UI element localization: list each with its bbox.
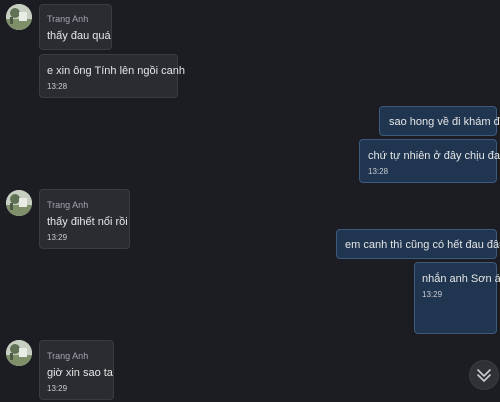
message-time: 13:29 (422, 290, 443, 299)
message-bubble[interactable]: e xin ông Tính lên ngồi canh 13:28 (39, 54, 186, 98)
avatar-photo-icon (6, 4, 32, 30)
message-text: thấy đihết nổi rồi (47, 216, 128, 228)
double-chevron-down-icon (477, 369, 491, 382)
avatar[interactable] (6, 4, 32, 30)
message-time: 13:29 (47, 233, 68, 242)
message-bubble[interactable]: chứ tự nhiên ở đây chịu đau 13:28 (359, 139, 500, 183)
message-bubble[interactable]: Trang Anh thấy đihết nổi rồi 13:29 (39, 189, 130, 249)
message-text: thấy đau quá (47, 30, 111, 42)
sender-name: Trang Anh (47, 200, 89, 210)
scroll-to-bottom-button[interactable] (469, 360, 499, 390)
avatar-photo-icon (6, 340, 32, 366)
avatar-photo-icon (6, 190, 32, 216)
message-bubble[interactable]: nhắn anh Sơn á 13:29 (414, 262, 500, 334)
avatar[interactable] (6, 190, 32, 216)
message-text: nhắn anh Sơn á (422, 273, 500, 285)
message-bubble[interactable]: sao hong về đi khám đi (379, 106, 500, 136)
message-text: sao hong về đi khám đi (389, 116, 500, 128)
message-text: em canh thì cũng có hết đau đâu (345, 239, 500, 251)
message-bubble[interactable]: Trang Anh giờ xin sao ta 13:29 (39, 340, 114, 400)
message-bubble[interactable]: Trang Anh thấy đau quá (39, 4, 112, 50)
message-bubble[interactable]: em canh thì cũng có hết đau đâu (336, 229, 500, 259)
message-text: chứ tự nhiên ở đây chịu đau (368, 150, 500, 162)
sender-name: Trang Anh (47, 351, 89, 361)
message-time: 13:28 (368, 167, 389, 176)
message-time: 13:28 (47, 82, 68, 91)
message-time: 13:29 (47, 384, 68, 393)
chat-thread[interactable]: Trang Anh thấy đau quá e xin ông Tính lê… (0, 0, 500, 402)
message-text: giờ xin sao ta (47, 367, 113, 379)
message-text: e xin ông Tính lên ngồi canh (47, 65, 186, 77)
sender-name: Trang Anh (47, 14, 89, 24)
avatar[interactable] (6, 340, 32, 366)
